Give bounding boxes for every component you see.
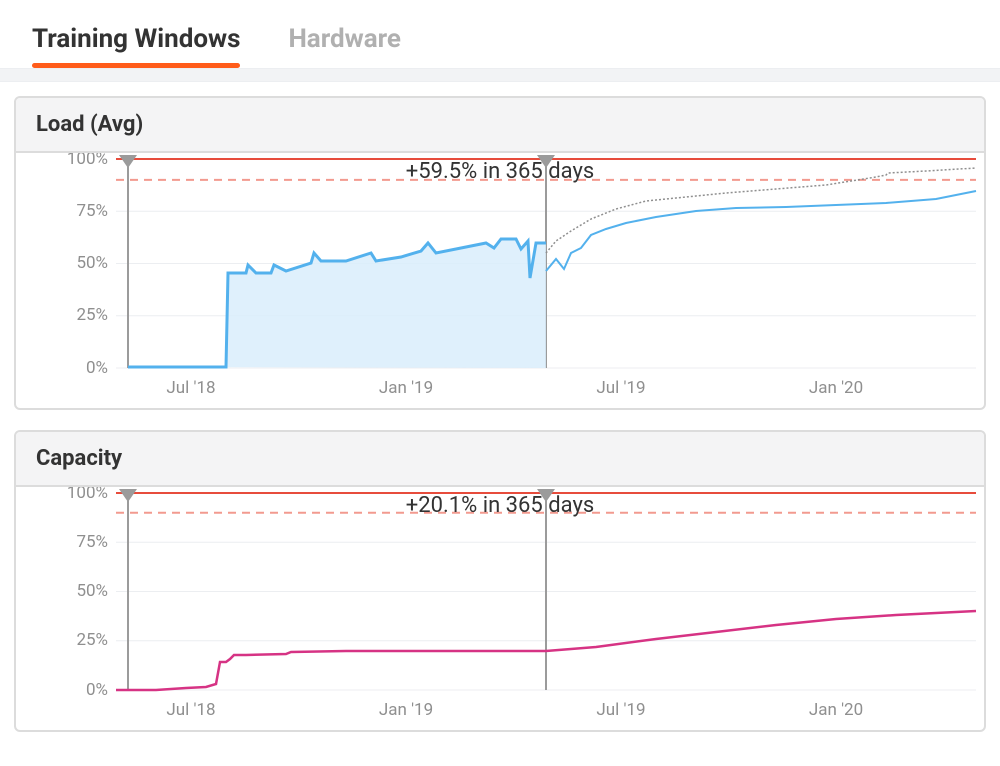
y-tick: 25% bbox=[76, 630, 108, 650]
y-tick: 25% bbox=[76, 305, 108, 325]
x-tick: Jul '18 bbox=[166, 378, 215, 398]
y-tick: 50% bbox=[76, 253, 108, 273]
x-tick: Jan '20 bbox=[809, 700, 863, 720]
y-tick: 100% bbox=[67, 487, 108, 503]
chart-load: +59.5% in 365 days bbox=[16, 153, 984, 408]
y-tick: 75% bbox=[76, 532, 108, 552]
panel-capacity-title: Capacity bbox=[16, 432, 984, 487]
x-tick: Jan '20 bbox=[809, 378, 863, 398]
y-tick: 0% bbox=[86, 358, 108, 378]
x-tick: Jul '19 bbox=[596, 378, 645, 398]
tab-bar: Training Windows Hardware bbox=[0, 0, 1000, 68]
panel-capacity: Capacity +20.1% in 365 days bbox=[14, 430, 986, 732]
panel-load: Load (Avg) +59.5% in 365 days bbox=[14, 96, 986, 410]
y-tick: 0% bbox=[86, 680, 108, 700]
tab-hardware[interactable]: Hardware bbox=[288, 24, 401, 68]
app-root: Training Windows Hardware Load (Avg) +59… bbox=[0, 0, 1000, 757]
x-tick: Jan '19 bbox=[379, 700, 433, 720]
y-tick: 100% bbox=[67, 153, 108, 169]
load-annotation: +59.5% in 365 days bbox=[406, 159, 594, 184]
chart-load-svg: 0% 25% 50% 75% 100% Jul '18 Jan '19 Jul … bbox=[16, 153, 980, 408]
chart-capacity: +20.1% in 365 days bbox=[16, 487, 984, 730]
x-tick: Jan '19 bbox=[379, 378, 433, 398]
panel-load-title: Load (Avg) bbox=[16, 98, 984, 153]
tab-training-windows[interactable]: Training Windows bbox=[32, 24, 240, 68]
divider bbox=[0, 68, 1000, 82]
chart-capacity-svg: 0% 25% 50% 75% 100% Jul '18 Jan '19 Jul … bbox=[16, 487, 980, 730]
x-tick: Jul '18 bbox=[166, 700, 215, 720]
capacity-annotation: +20.1% in 365 days bbox=[406, 493, 594, 518]
y-tick: 75% bbox=[76, 201, 108, 221]
y-tick: 50% bbox=[76, 581, 108, 601]
panel-container: Load (Avg) +59.5% in 365 days bbox=[0, 82, 1000, 766]
load-actual-area bbox=[128, 239, 546, 368]
load-forecast-line bbox=[546, 191, 976, 271]
x-tick: Jul '19 bbox=[596, 700, 645, 720]
